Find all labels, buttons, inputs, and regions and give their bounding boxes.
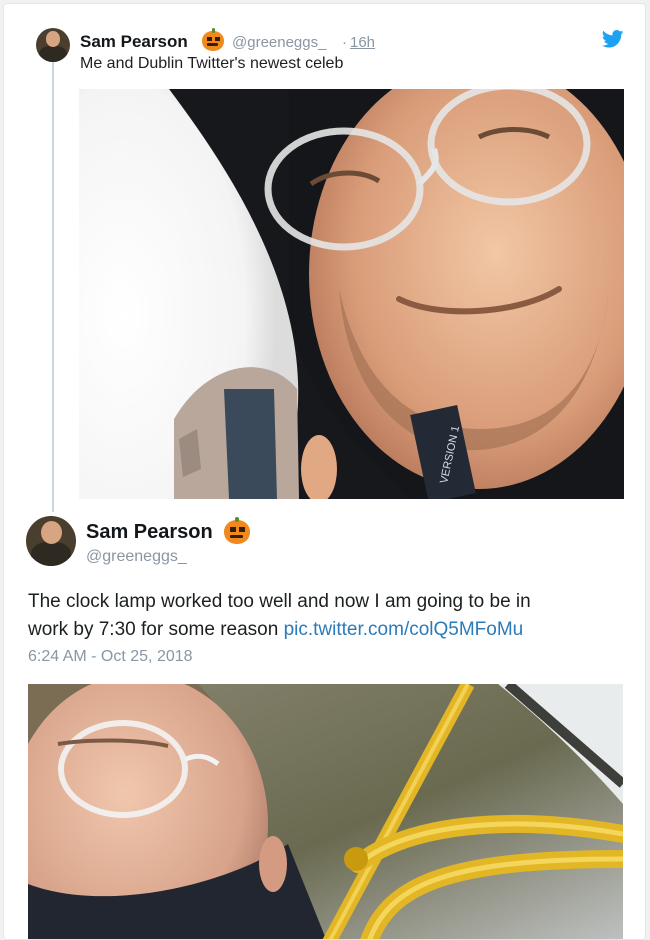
jack-o-lantern-icon: [224, 516, 250, 544]
meta-separator: ·: [342, 34, 347, 51]
tweet-photo-selfie[interactable]: VERSION 1: [79, 89, 624, 499]
tweet-text: Me and Dublin Twitter's newest celeb: [80, 55, 344, 72]
tweet-media-link[interactable]: pic.twitter.com/colQ5MFoMu: [284, 619, 524, 640]
author-name[interactable]: Sam Pearson: [86, 521, 213, 544]
tweet-text-line-2: work by 7:30 for some reason pic.twitter…: [28, 619, 524, 640]
tweet-timestamp[interactable]: 6:24 AM - Oct 25, 2018: [28, 648, 193, 666]
twitter-bird-icon[interactable]: [602, 30, 624, 48]
tweet-text-line-1: The clock lamp worked too well and now I…: [28, 591, 531, 612]
avatar[interactable]: [26, 516, 76, 566]
thread-connector-line: [52, 62, 54, 512]
avatar[interactable]: [36, 28, 70, 62]
photo-selfie-art: VERSION 1: [79, 89, 624, 499]
author-handle[interactable]: @greeneggs_: [86, 548, 187, 566]
tweet-text: The clock lamp worked too well and now I…: [28, 588, 531, 644]
tweet-time[interactable]: 16h: [350, 34, 375, 51]
tweet-photo-bus[interactable]: [28, 684, 623, 939]
embedded-tweet-card: Sam Pearson @greeneggs_ · 16h Me and Dub…: [3, 3, 646, 940]
jack-o-lantern-icon: [202, 28, 224, 51]
author-name[interactable]: Sam Pearson: [80, 32, 188, 52]
photo-bus-art: [28, 684, 623, 939]
author-handle[interactable]: @greeneggs_: [232, 34, 326, 51]
